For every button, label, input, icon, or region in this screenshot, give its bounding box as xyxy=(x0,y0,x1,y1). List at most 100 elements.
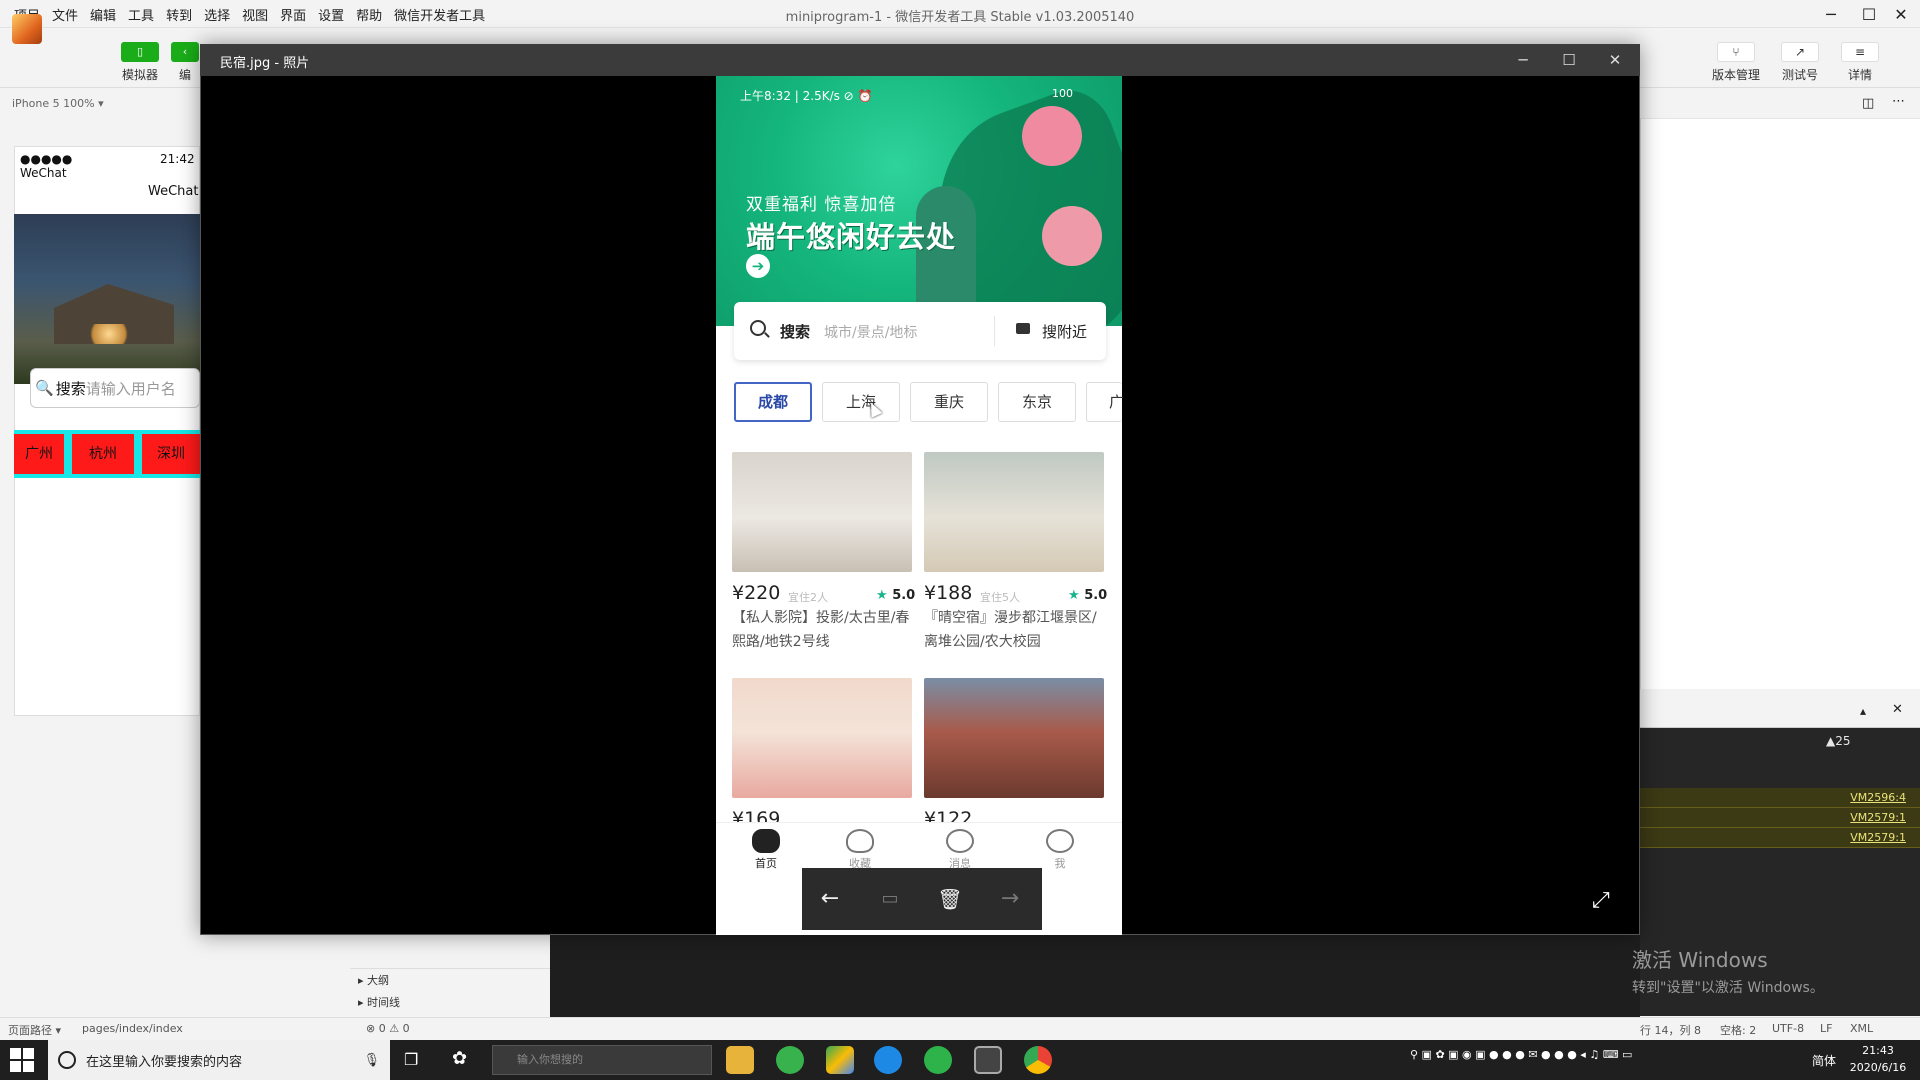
simulator-button[interactable]: ▯ 模拟器 xyxy=(112,42,168,83)
outline-item[interactable]: ▸ 大纲 xyxy=(350,969,550,991)
nearby-icon xyxy=(1016,323,1030,334)
room-photo xyxy=(732,452,912,572)
sim-tag-hangzhou[interactable]: 杭州 xyxy=(72,434,134,474)
microphone-icon[interactable]: 🎙 xyxy=(363,1053,380,1068)
close-icon[interactable]: ✕ xyxy=(1892,702,1903,717)
app-icon[interactable] xyxy=(776,1046,804,1074)
page-path-label[interactable]: 页面路径 ▾ xyxy=(8,1022,61,1038)
room-price: ¥188 xyxy=(924,582,973,604)
editor-label: 编 xyxy=(178,68,191,82)
room-photo xyxy=(924,452,1104,572)
task-view-icon[interactable]: ❐ xyxy=(404,1050,418,1069)
device-select[interactable]: iPhone 5 100% ▾ xyxy=(0,89,200,119)
menu-select[interactable]: 选择 xyxy=(198,5,236,24)
indent-spaces[interactable]: 空格: 2 xyxy=(1720,1022,1756,1038)
activate-subtitle: 转到"设置"以激活 Windows。 xyxy=(1632,980,1824,996)
menu-goto[interactable]: 转到 xyxy=(160,5,198,24)
more-icon[interactable]: ⋯ xyxy=(1892,94,1905,109)
user-icon xyxy=(1046,829,1074,853)
menu-help[interactable]: 帮助 xyxy=(350,5,388,24)
viewer-minimize-button[interactable]: ─ xyxy=(1500,44,1546,76)
branch-icon: ⑂ xyxy=(1717,42,1755,62)
slideshow-icon[interactable]: ▭ xyxy=(870,882,910,916)
simulator-hero-image xyxy=(14,214,200,384)
line-ending[interactable]: LF xyxy=(1820,1022,1832,1035)
taskbar-clock[interactable]: 21:43 2020/6/16 xyxy=(1846,1042,1910,1076)
banner-title: 端午悠闲好去处 xyxy=(746,220,957,254)
file-explorer-icon[interactable] xyxy=(726,1046,754,1074)
file-language[interactable]: XML xyxy=(1850,1022,1873,1035)
phone-battery: 100 xyxy=(1052,87,1073,100)
tab-home-label: 首页 xyxy=(755,857,777,870)
details-button[interactable]: ≡ 详情 xyxy=(1830,42,1890,83)
menu-settings[interactable]: 设置 xyxy=(312,5,350,24)
version-manage-button[interactable]: ⑂ 版本管理 xyxy=(1706,42,1766,83)
room-capacity: 宜住5人 xyxy=(980,591,1020,604)
back-arrow-icon[interactable]: ← xyxy=(810,882,850,916)
sim-tag-guangzhou[interactable]: 广州 xyxy=(14,434,64,474)
cursor-position: 行 14，列 8 xyxy=(1640,1024,1701,1037)
ide-menu: 项目 文件 编辑 工具 转到 选择 视图 界面 设置 帮助 微信开发者工具 xyxy=(8,0,491,28)
console-row[interactable]: VM2579:1 xyxy=(1640,828,1920,848)
menu-tools[interactable]: 工具 xyxy=(122,5,160,24)
phone-status-bar: 上午8:32 | 2.5K/s ⊘ ⏰ xyxy=(740,89,873,103)
browser-search-input[interactable]: 输入你想搜的 xyxy=(492,1045,712,1075)
tab-me-label: 我 xyxy=(1054,857,1066,870)
split-icon[interactable]: ◫ xyxy=(1862,96,1874,111)
ime-indicator[interactable]: 简体 xyxy=(1812,1052,1836,1069)
file-encoding[interactable]: UTF-8 xyxy=(1772,1022,1804,1035)
menu-file[interactable]: 文件 xyxy=(46,5,84,24)
taskbar-search-box[interactable]: 在这里输入你要搜索的内容 🎙 xyxy=(48,1040,390,1080)
simulator-nav-title: WeChat xyxy=(148,184,199,199)
ide-close-button[interactable]: ✕ xyxy=(1878,0,1920,28)
test-account-button[interactable]: ↗ 测试号 xyxy=(1770,42,1830,83)
windows-start-icon[interactable] xyxy=(10,1048,34,1072)
banner-subtitle: 双重福利 惊喜加倍 xyxy=(746,195,897,215)
simulator-label: 模拟器 xyxy=(121,68,158,82)
cortana-icon xyxy=(58,1051,76,1069)
timeline-item[interactable]: ▸ 时间线 xyxy=(350,991,550,1013)
fullscreen-icon[interactable]: ⤢ xyxy=(1592,888,1610,913)
console-row[interactable]: VM2596:4 xyxy=(1640,788,1920,808)
chrome-icon[interactable] xyxy=(1024,1046,1052,1074)
room-price: ¥169 xyxy=(732,808,781,822)
room-price: ¥220 xyxy=(732,582,781,604)
forward-arrow-icon[interactable]: → xyxy=(990,882,1030,916)
photo-viewer-title: 民宿.jpg - 照片 xyxy=(220,56,310,71)
viewer-close-button[interactable]: ✕ xyxy=(1592,44,1638,76)
photo-viewer-titlebar: 民宿.jpg - 照片 ─ ☐ ✕ xyxy=(200,44,1640,76)
phone-search-label: 搜索 xyxy=(780,323,811,341)
heart-icon xyxy=(846,829,874,853)
simulator-search-input[interactable]: 🔍 搜索 请输入用户名 xyxy=(30,368,200,408)
editor-button[interactable]: ‹ 编 xyxy=(170,42,200,83)
photos-icon[interactable] xyxy=(974,1046,1002,1074)
wechat-icon[interactable] xyxy=(924,1046,952,1074)
edge-icon[interactable] xyxy=(874,1046,902,1074)
console-row[interactable]: VM2579:1 xyxy=(1640,808,1920,828)
details-label: 详情 xyxy=(1847,68,1872,82)
menu-view[interactable]: 视图 xyxy=(236,5,274,24)
page-path[interactable]: pages/index/index xyxy=(82,1022,183,1035)
sim-tag-shenzhen[interactable]: 深圳 xyxy=(142,434,200,474)
message-icon xyxy=(946,829,974,853)
app-icon[interactable]: ✿ xyxy=(452,1048,467,1069)
nearby-button-label: 搜附近 xyxy=(1042,323,1088,341)
play-store-icon[interactable] xyxy=(826,1046,854,1074)
menu-wechat-devtools[interactable]: 微信开发者工具 xyxy=(388,5,491,24)
app-logo-icon xyxy=(12,14,42,44)
viewer-controls: ← ▭ 🗑 → xyxy=(802,868,1042,930)
error-count[interactable]: ⊗ 0 ⚠ 0 xyxy=(366,1022,410,1035)
menu-interface[interactable]: 界面 xyxy=(274,5,312,24)
system-tray[interactable]: ⚲ ▣ ✿ ▣ ◉ ▣ ● ● ● ✉ ● ● ● ◂ ♫ ⌨ ▭ xyxy=(1410,1048,1632,1061)
city-chip-chongqing: 重庆 xyxy=(910,382,988,422)
console-warning-count[interactable]: ▲25 xyxy=(1826,734,1851,748)
console-header: ▴ ✕ xyxy=(1640,696,1920,728)
delete-icon[interactable]: 🗑 xyxy=(930,882,970,916)
viewer-maximize-button[interactable]: ☐ xyxy=(1546,44,1592,76)
home-icon xyxy=(752,829,780,853)
menu-edit[interactable]: 编辑 xyxy=(84,5,122,24)
collapse-icon[interactable]: ▴ xyxy=(1860,704,1866,718)
room-rating: ★ 5.0 xyxy=(1068,588,1107,603)
room-rating-value: 5.0 xyxy=(892,588,916,603)
clock-time: 21:43 xyxy=(1862,1044,1894,1057)
